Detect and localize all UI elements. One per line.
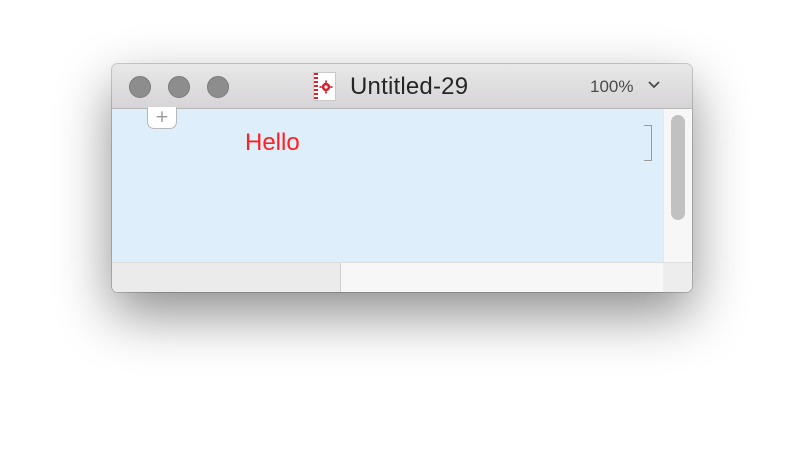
title-bar[interactable]: Untitled-29 100%: [112, 64, 692, 109]
vertical-scrollbar[interactable]: [663, 109, 692, 262]
horizontal-scroll-thumb[interactable]: [112, 263, 341, 292]
scrollbar-corner: [663, 262, 692, 292]
gear-icon: [319, 80, 333, 94]
canvas-area[interactable]: + Hello: [112, 107, 663, 262]
text-frame-bracket: [644, 125, 652, 161]
close-button[interactable]: [129, 76, 151, 98]
document-window: Untitled-29 100% + Hello: [112, 64, 692, 292]
document-icon: [313, 72, 336, 101]
add-button[interactable]: +: [147, 107, 177, 129]
canvas-text[interactable]: Hello: [245, 129, 300, 157]
minimize-button[interactable]: [168, 76, 190, 98]
vertical-scroll-thumb[interactable]: [671, 115, 685, 220]
window-title: Untitled-29: [350, 73, 469, 100]
horizontal-scrollbar[interactable]: [112, 262, 663, 292]
zoom-window-button[interactable]: [207, 76, 229, 98]
document-icon-strip: [314, 73, 318, 100]
zoom-level-dropdown[interactable]: 100%: [590, 77, 633, 97]
chevron-down-icon[interactable]: [648, 81, 660, 89]
